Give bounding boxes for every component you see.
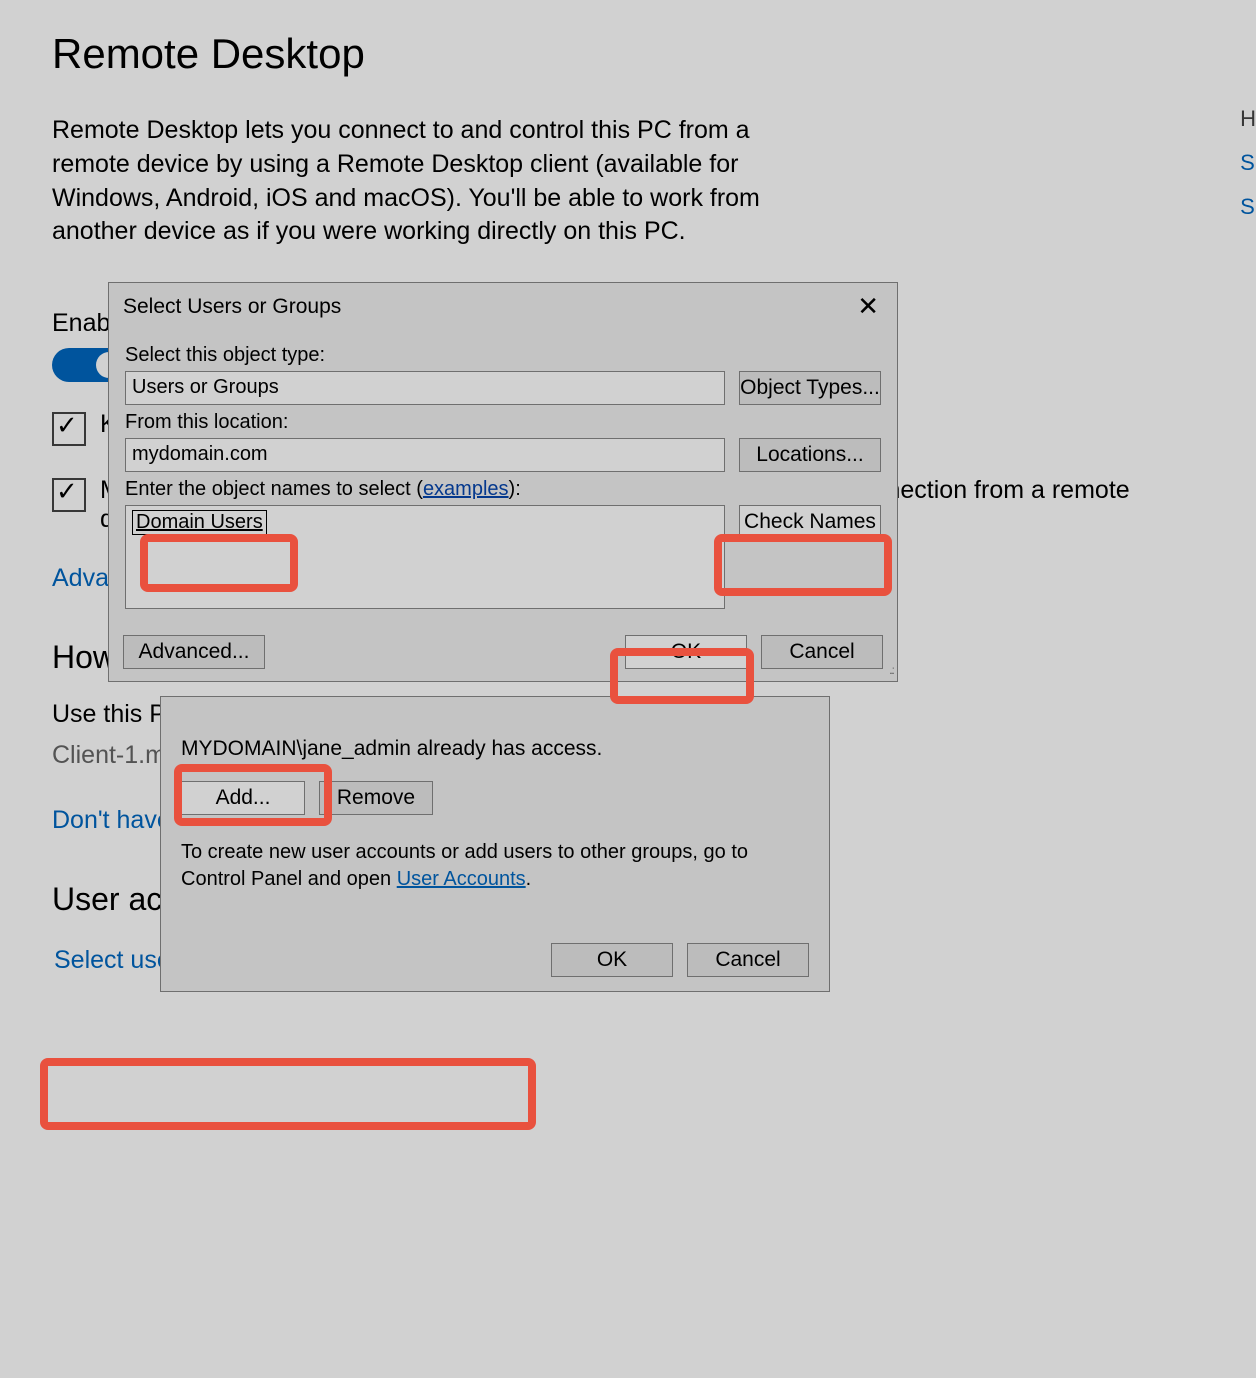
object-type-field: Users or Groups [125,371,725,405]
cancel-button[interactable]: Cancel [761,635,883,669]
page-description: Remote Desktop lets you connect to and c… [52,114,812,249]
discoverable-checkbox[interactable] [52,478,86,512]
examples-link[interactable]: examples [423,478,509,500]
location-field: mydomain.com [125,438,725,472]
object-types-button[interactable]: Object Types... [739,371,881,405]
resize-grip-icon[interactable]: ..: [889,663,893,677]
rdp-users-dialog: MYDOMAIN\jane_admin already has access. … [160,696,830,992]
ok-button[interactable]: OK [625,635,747,669]
select-users-groups-dialog: Select Users or Groups ✕ Select this obj… [108,282,898,682]
add-button[interactable]: Add... [181,781,305,815]
object-type-label: Select this object type: [125,344,881,367]
page-title: Remote Desktop [52,30,1204,78]
location-label: From this location: [125,411,881,434]
rdp-users-ok-button[interactable]: OK [551,943,673,977]
remote-desktop-settings-page: Remote Desktop Remote Desktop lets you c… [0,0,1256,1378]
rdp-users-cancel-button[interactable]: Cancel [687,943,809,977]
object-name-token: Domain Users [132,510,267,535]
keep-awake-checkbox[interactable] [52,412,86,446]
create-accounts-note: To create new user accounts or add users… [181,839,809,893]
already-has-access-text: MYDOMAIN\jane_admin already has access. [181,737,809,761]
advanced-button[interactable]: Advanced... [123,635,265,669]
check-names-button[interactable]: Check Names [739,505,881,539]
enter-names-label: Enter the object names to select (exampl… [125,478,881,501]
user-accounts-link[interactable]: User Accounts [397,868,526,890]
close-icon[interactable]: ✕ [851,291,885,322]
remove-button[interactable]: Remove [319,781,433,815]
locations-button[interactable]: Locations... [739,438,881,472]
dialog-title: Select Users or Groups [123,295,341,319]
object-names-textarea[interactable]: Domain Users [125,505,725,609]
right-edge-peek: H S S [1240,106,1256,238]
